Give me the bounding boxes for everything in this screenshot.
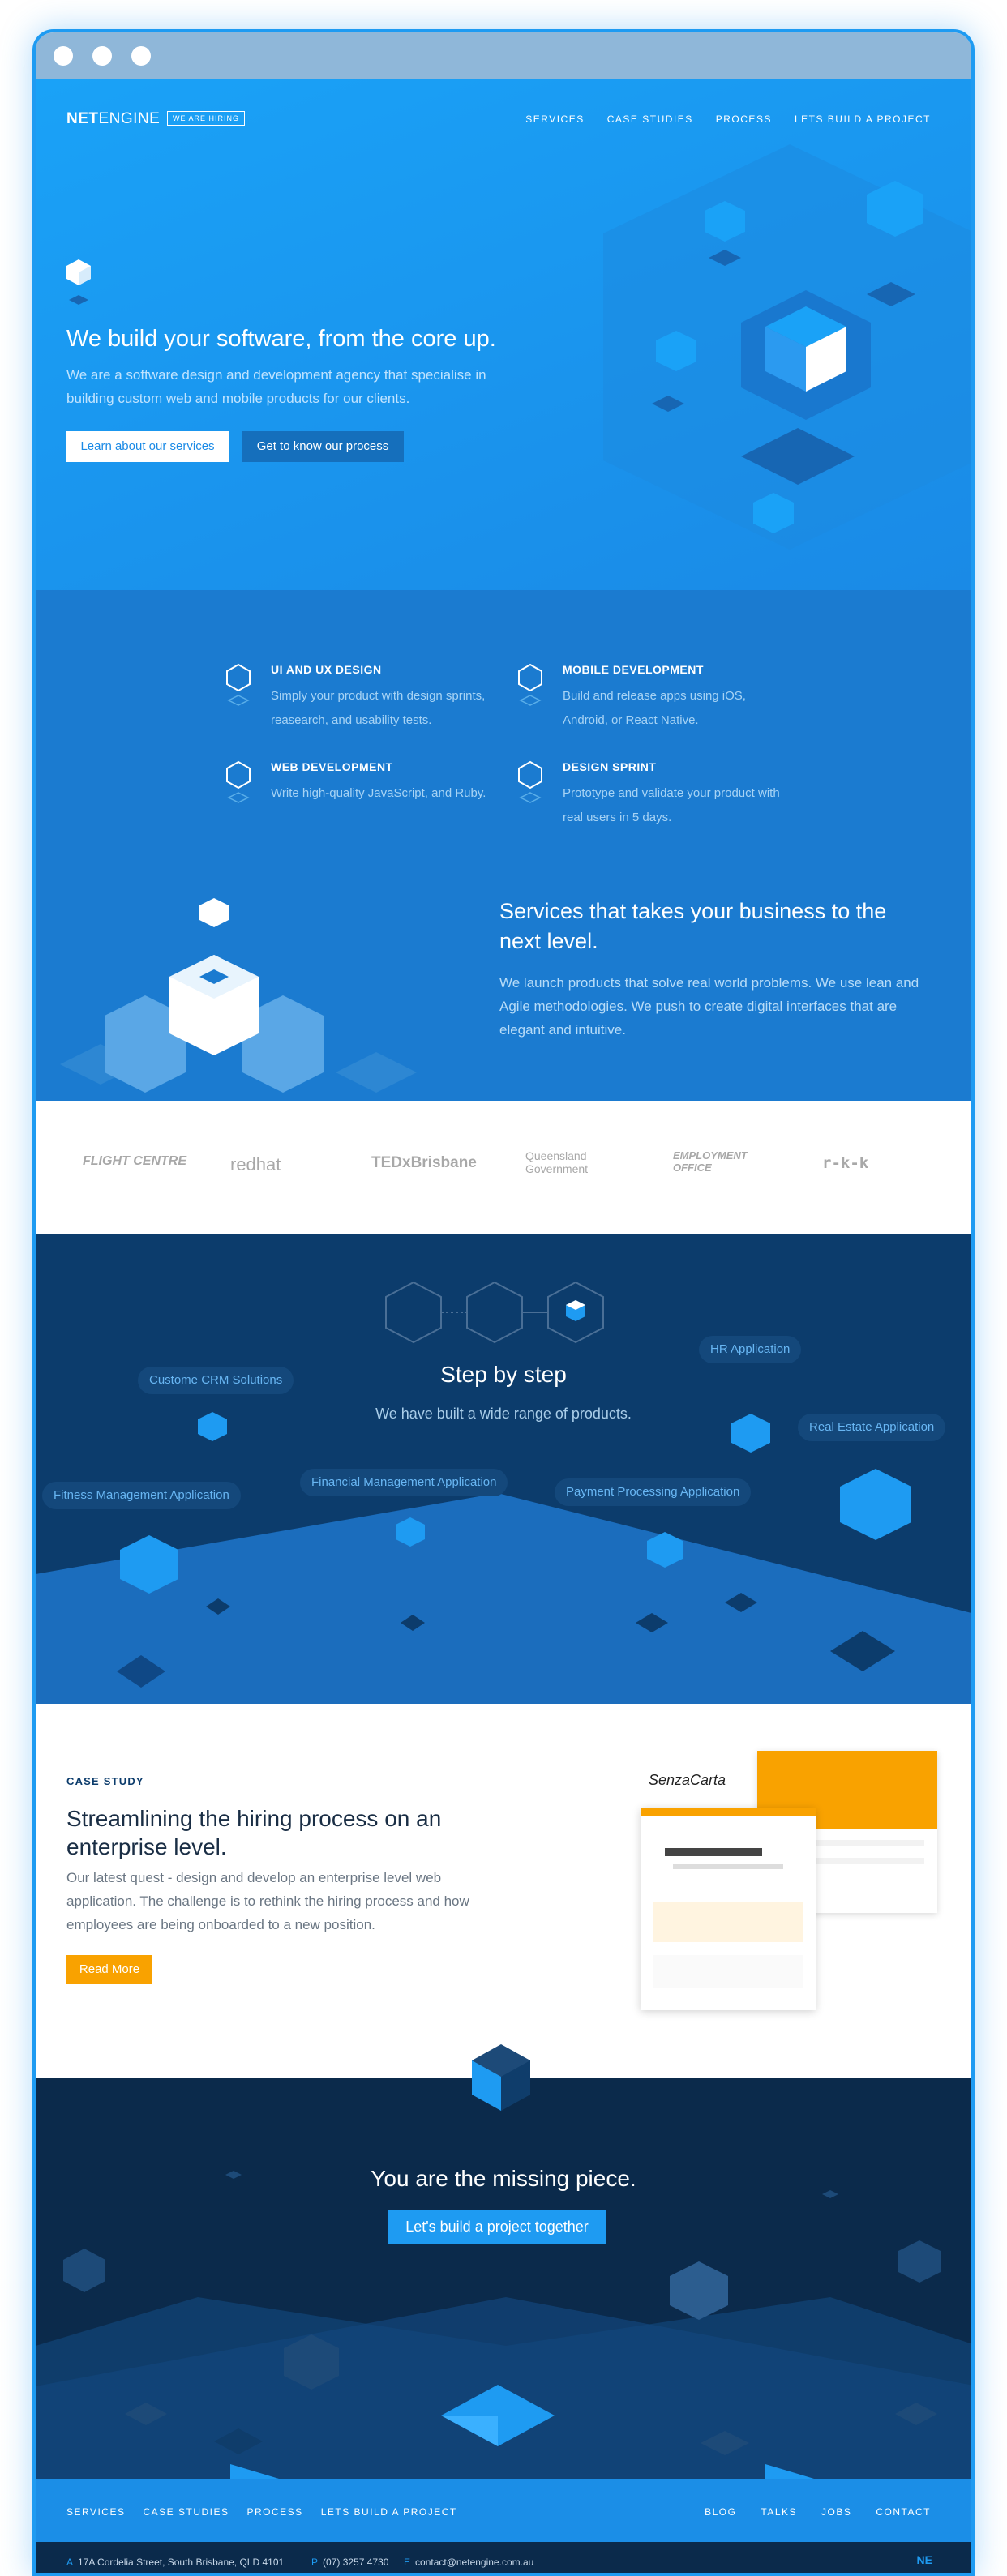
footer-email[interactable]: Econtact@netengine.com.au xyxy=(404,2557,533,2568)
cta-background-illustration xyxy=(36,2171,971,2479)
nav-build-project[interactable]: LETS BUILD A PROJECT xyxy=(795,113,931,125)
footer-navigation: SERVICES CASE STUDIES PROCESS LETS BUILD… xyxy=(36,2479,971,2542)
senzacarta-logo: SenzaCarta xyxy=(649,1772,726,1788)
footer-contact-bar: A 17A Cordelia Street, South Brisbane, QL… xyxy=(36,2542,971,2573)
step-by-step-section: Step by step We have built a wide range … xyxy=(36,1234,971,1704)
rkk-logo: r-k-k xyxy=(822,1154,869,1172)
case-study-section: CASE STUDY Streamlining the hiring proce… xyxy=(36,1704,971,2078)
footer-process[interactable]: PROCESS xyxy=(247,2506,303,2518)
top-navigation: NETENGINE WE ARE HIRING SERVICES CASE ST… xyxy=(66,110,931,131)
services-section: UI AND UX DESIGN Simply your product wit… xyxy=(36,590,971,1101)
flight-centre-logo: FLIGHT CENTRE xyxy=(83,1154,186,1168)
cta-section: You are the missing piece. Let's build a… xyxy=(36,2078,971,2479)
footer-build-project[interactable]: LETS BUILD A PROJECT xyxy=(321,2506,457,2518)
cube-outline-icon xyxy=(518,760,542,803)
window-dot[interactable] xyxy=(131,46,151,66)
case-study-label: CASE STUDY xyxy=(66,1775,144,1787)
case-study-mockup: SenzaCarta xyxy=(641,1751,937,2010)
footer-case-studies[interactable]: CASE STUDIES xyxy=(143,2506,229,2518)
cube-outline-icon xyxy=(226,663,251,706)
cta-title: You are the missing piece. xyxy=(371,2166,636,2191)
window-dot[interactable] xyxy=(92,46,112,66)
services-headline: Services that takes your business to the… xyxy=(499,899,887,953)
services-body: We launch products that solve real world… xyxy=(499,975,919,1038)
hero-cube-illustration xyxy=(603,144,971,550)
cube-outline-icon xyxy=(518,663,542,706)
nav-process[interactable]: PROCESS xyxy=(716,113,772,125)
nav-services[interactable]: SERVICES xyxy=(525,113,584,125)
floating-cubes xyxy=(120,1412,911,1594)
footer-contact[interactable]: CONTACT xyxy=(876,2506,931,2518)
redhat-logo: redhat xyxy=(230,1154,281,1175)
build-project-button[interactable]: Let's build a project together xyxy=(388,2210,606,2244)
puzzle-cube-icon xyxy=(472,2044,530,2111)
cube-outline-icon xyxy=(226,760,251,803)
case-study-title: Streamlining the hiring process on an en… xyxy=(66,1806,442,1859)
hero-section: NETENGINE WE ARE HIRING SERVICES CASE ST… xyxy=(36,79,971,590)
footer-address: A 17A Cordelia Street, South Brisbane, QL… xyxy=(66,2557,285,2568)
hero-title: We build your software, from the core up… xyxy=(66,326,496,352)
netengine-logo[interactable]: NETENGINE xyxy=(66,110,160,128)
employment-office-logo: EMPLOYMENT OFFICE xyxy=(673,1149,748,1174)
learn-services-button[interactable]: Learn about our services xyxy=(66,431,229,462)
footer-phone[interactable]: P (07) 3257 4730 xyxy=(311,2557,388,2568)
footer-ne-mark: NE xyxy=(916,2553,932,2566)
footer-blog[interactable]: BLOG xyxy=(705,2506,736,2518)
hero-subtitle: We are a software design and development… xyxy=(66,367,486,406)
tedx-brisbane-logo: TEDxBrisbane xyxy=(371,1154,477,1171)
cube-icon xyxy=(66,259,91,305)
client-logos: FLIGHT CENTRE redhat TEDxBrisbane Queens… xyxy=(36,1101,971,1234)
browser-frame: NETENGINE WE ARE HIRING SERVICES CASE ST… xyxy=(32,29,975,2576)
stacked-cubes-illustration xyxy=(60,898,417,1093)
hiring-badge[interactable]: WE ARE HIRING xyxy=(167,111,246,126)
footer-jobs[interactable]: JOBS xyxy=(821,2506,851,2518)
window-dot[interactable] xyxy=(54,46,73,66)
know-process-button[interactable]: Get to know our process xyxy=(242,431,404,462)
footer-services[interactable]: SERVICES xyxy=(66,2506,125,2518)
nav-case-studies[interactable]: CASE STUDIES xyxy=(607,113,693,125)
queensland-government-logo: Queensland Government xyxy=(525,1149,589,1175)
footer-talks[interactable]: TALKS xyxy=(761,2506,797,2518)
read-more-button[interactable]: Read More xyxy=(66,1955,152,1984)
case-study-text: Our latest quest - design and develop an… xyxy=(66,1870,469,1932)
browser-chrome xyxy=(36,32,971,79)
